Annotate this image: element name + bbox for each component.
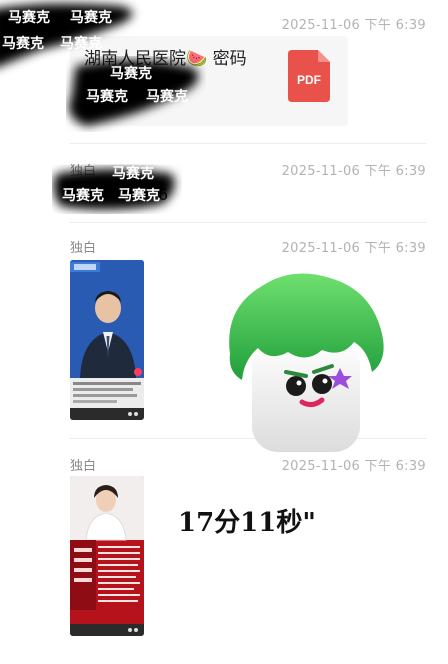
- video-thumbnail-image: [70, 260, 144, 420]
- divider: [70, 438, 426, 439]
- sender-name: 独白: [70, 164, 97, 179]
- chat-message-file: 2025-11-06 下午 6:39 湖南人民医院🍉 密码 PDF: [0, 0, 448, 144]
- message-timestamp: 2025-11-06 下午 6:39: [281, 241, 426, 256]
- message-timestamp: 2025-11-06 下午 6:39: [281, 164, 426, 179]
- video-thumbnail[interactable]: [70, 260, 144, 420]
- video-thumbnail[interactable]: [70, 476, 144, 636]
- chat-message-video: 独白 2025-11-06 下午 6:39: [0, 448, 448, 664]
- message-text: 6: [158, 185, 169, 204]
- pdf-icon-label: PDF: [297, 73, 321, 87]
- video-thumbnail-image: [70, 476, 144, 636]
- chat-message-text: 独白 2025-11-06 下午 6:39 6: [0, 150, 448, 223]
- video-duration-caption: 17分11秒": [178, 508, 316, 538]
- file-name: 湖南人民医院🍉 密码: [84, 49, 247, 69]
- sender-name: 独白: [70, 241, 97, 256]
- message-timestamp: 2025-11-06 下午 6:39: [281, 459, 426, 474]
- chat-message-video: 独白 2025-11-06 下午 6:39: [0, 228, 448, 439]
- pdf-file-icon: PDF: [288, 50, 330, 102]
- file-card[interactable]: 湖南人民医院🍉 密码 PDF: [70, 36, 348, 126]
- divider: [70, 143, 426, 144]
- divider: [70, 222, 426, 223]
- sender-name: 独白: [70, 459, 97, 474]
- message-timestamp: 2025-11-06 下午 6:39: [281, 18, 426, 33]
